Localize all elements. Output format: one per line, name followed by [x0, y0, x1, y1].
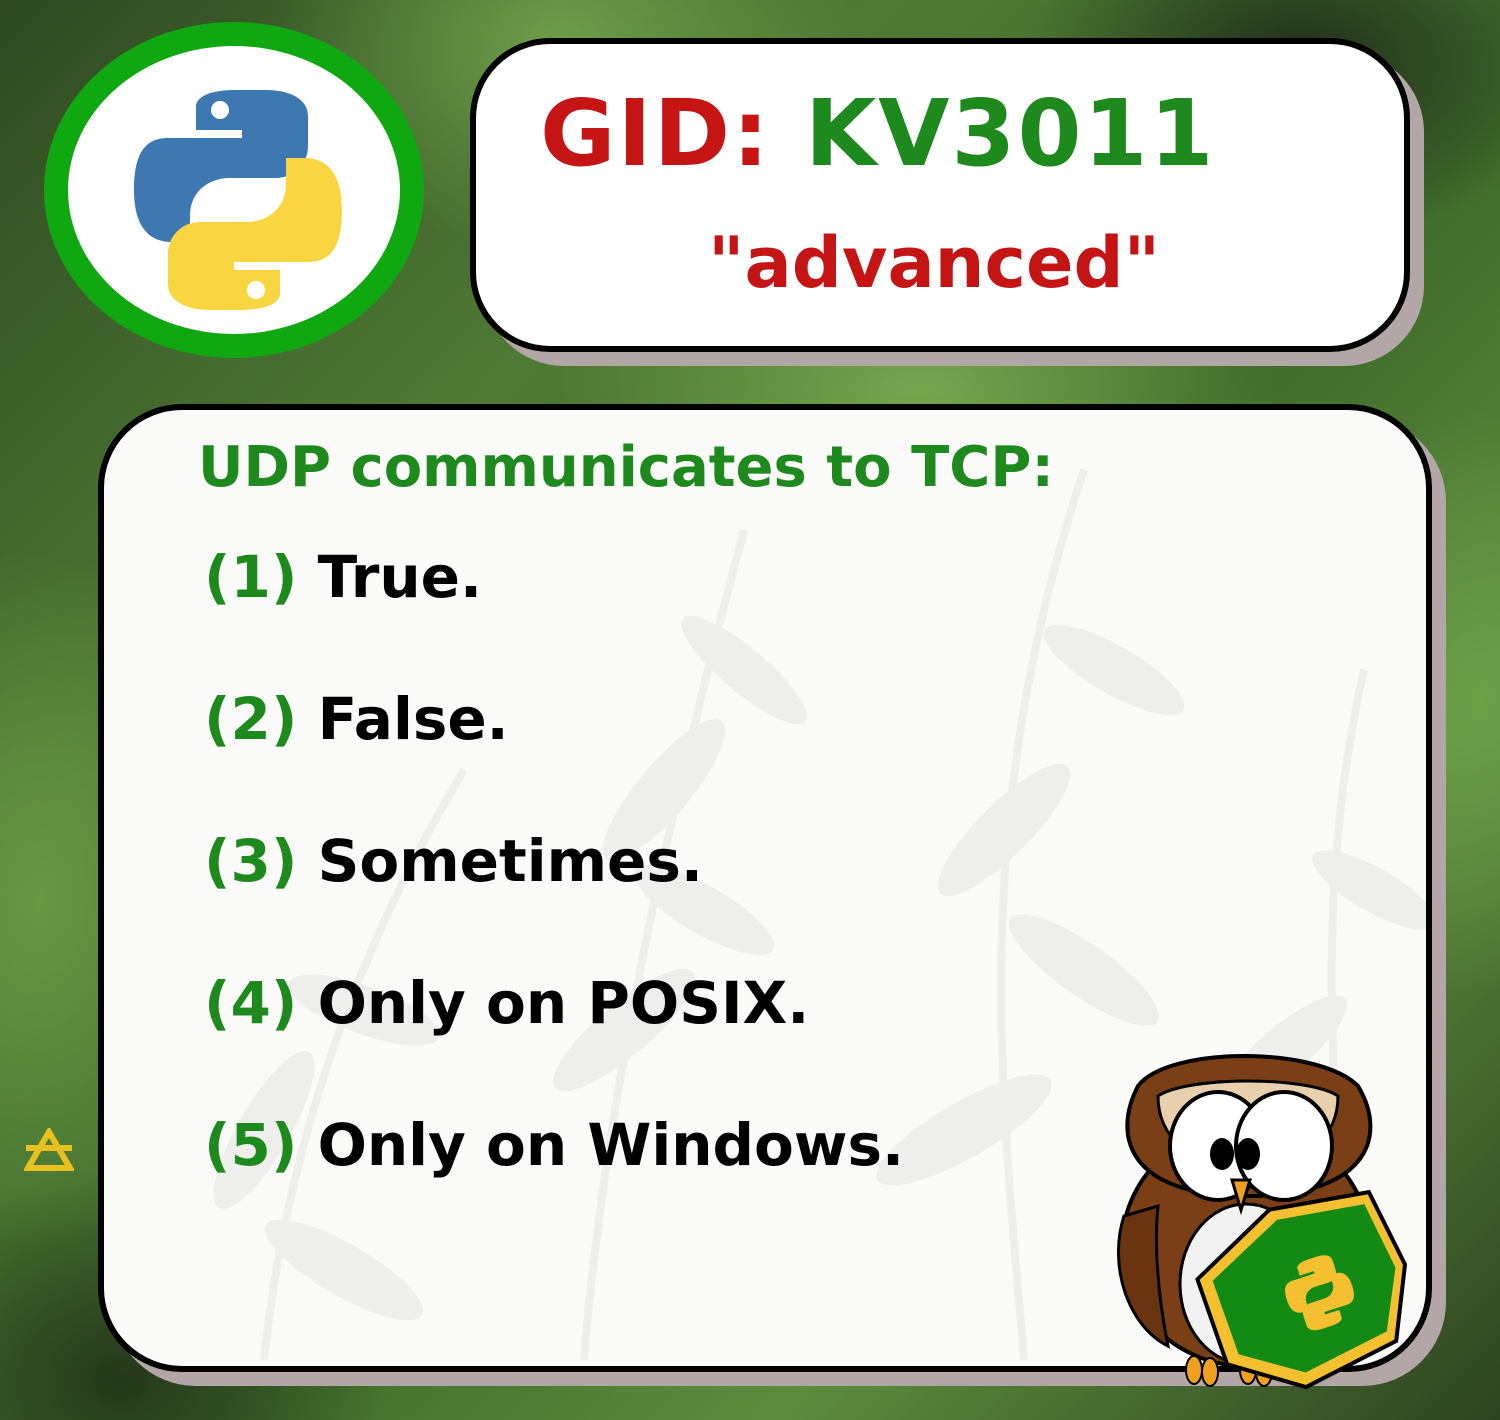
gid-title: GID: KV3011: [540, 88, 1215, 180]
answer-option-3[interactable]: (3) Sometimes.: [204, 832, 904, 974]
python-logo-icon: [134, 90, 342, 310]
answer-number: (5): [204, 1111, 298, 1179]
question-text: UDP communicates to TCP:: [198, 435, 1054, 500]
gid-label: GID:: [540, 80, 771, 187]
owl-mascot-icon: [1116, 1054, 1408, 1390]
answer-option-2[interactable]: (2) False.: [204, 690, 904, 832]
answer-text: True.: [317, 543, 483, 611]
title-card: GID: KV3011 "advanced": [470, 38, 1410, 352]
answer-text: False.: [317, 685, 509, 753]
answer-text: Only on Windows.: [317, 1111, 905, 1179]
answer-number: (3): [204, 827, 298, 895]
answer-option-4[interactable]: (4) Only on POSIX.: [204, 974, 904, 1116]
gid-value: KV3011: [804, 80, 1216, 187]
python-logo: [44, 22, 424, 358]
answer-option-5[interactable]: (5) Only on Windows.: [204, 1116, 904, 1258]
answer-number: (1): [204, 543, 298, 611]
answer-list: (1) True. (2) False. (3) Sometimes. (4) …: [204, 548, 904, 1258]
answer-number: (4): [204, 969, 298, 1037]
side-mark-icon: [24, 1128, 74, 1171]
answer-number: (2): [204, 685, 298, 753]
answer-text: Only on POSIX.: [317, 969, 810, 1037]
answer-text: Sometimes.: [317, 827, 703, 895]
difficulty-level: "advanced": [708, 222, 1161, 304]
answer-option-1[interactable]: (1) True.: [204, 548, 904, 690]
